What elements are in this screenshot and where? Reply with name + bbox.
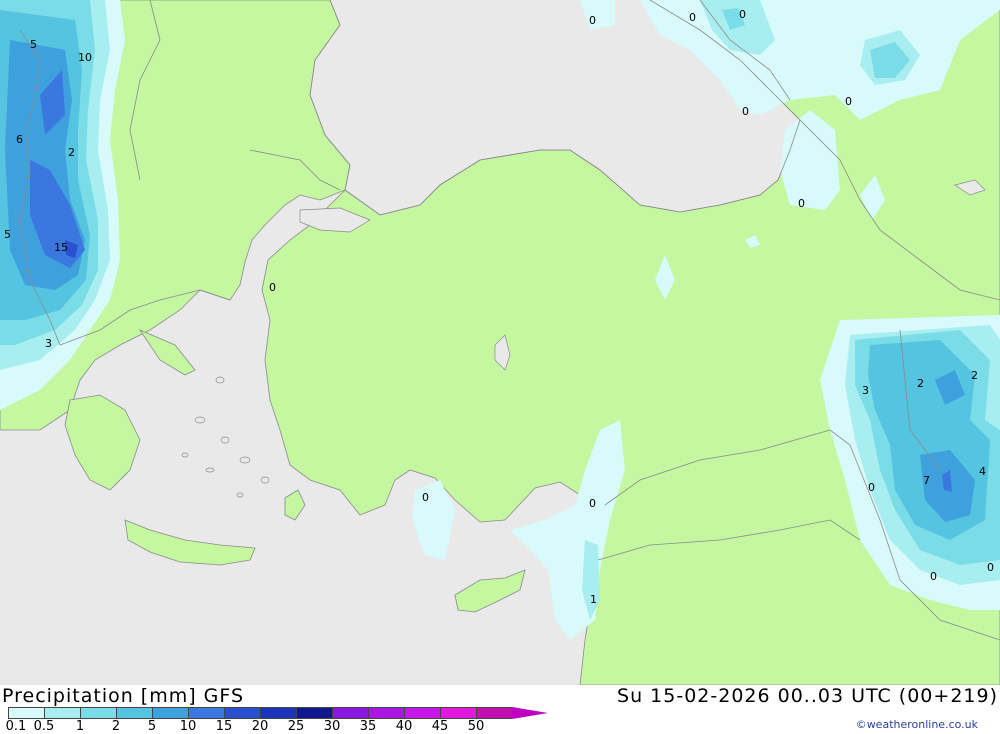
legend-arrow — [512, 707, 548, 719]
legend-label: 15 — [215, 719, 233, 734]
value-label: 3 — [862, 384, 869, 397]
legend-label: 40 — [395, 719, 413, 734]
map-canvas: 5 10 6 2 5 15 3 0 0 0 0 0 0 0 0 0 0 1 3 … — [0, 0, 1000, 685]
value-label: 3 — [45, 337, 52, 350]
value-label: 4 — [979, 465, 986, 478]
value-label: 2 — [68, 146, 75, 159]
legend-label: 50 — [467, 719, 485, 734]
legend-swatch — [188, 707, 224, 719]
legend-label: 20 — [251, 719, 269, 734]
legend-label: 0.5 — [33, 719, 55, 734]
value-label: 2 — [917, 377, 924, 390]
legend-label: 45 — [431, 719, 449, 734]
value-label: 0 — [589, 497, 596, 510]
value-label: 15 — [54, 241, 68, 254]
legend-label: 25 — [287, 719, 305, 734]
legend-label: 2 — [111, 719, 121, 734]
legend-swatch — [80, 707, 116, 719]
legend-swatch — [404, 707, 440, 719]
value-label: 7 — [923, 474, 930, 487]
legend-label: 30 — [323, 719, 341, 734]
valid-time: Su 15-02-2026 00..03 UTC (00+219) — [617, 685, 998, 707]
value-label: 0 — [689, 11, 696, 24]
legend-swatch — [224, 707, 260, 719]
legend-swatch — [368, 707, 404, 719]
value-label: 0 — [868, 481, 875, 494]
legend-label: 0.1 — [5, 719, 27, 734]
value-label: 1 — [590, 593, 597, 606]
legend-swatch — [260, 707, 296, 719]
credit-link[interactable]: ©weatheronline.co.uk — [856, 718, 978, 731]
value-label: 10 — [78, 51, 92, 64]
value-label: 0 — [589, 14, 596, 27]
legend-swatch — [476, 707, 512, 719]
value-label: 0 — [739, 8, 746, 21]
legend-label: 1 — [75, 719, 85, 734]
value-label: 6 — [16, 133, 23, 146]
legend-swatch — [152, 707, 188, 719]
legend-label: 10 — [179, 719, 197, 734]
value-label: 5 — [30, 38, 37, 51]
legend-swatch — [332, 707, 368, 719]
precipitation-map[interactable]: 5 10 6 2 5 15 3 0 0 0 0 0 0 0 0 0 0 1 3 … — [0, 0, 1000, 685]
legend-swatch — [8, 707, 44, 719]
map-title: Precipitation [mm] GFS — [2, 685, 245, 707]
value-label: 0 — [845, 95, 852, 108]
legend-swatch — [116, 707, 152, 719]
value-label: 5 — [4, 228, 11, 241]
legend-swatch — [296, 707, 332, 719]
value-label: 0 — [422, 491, 429, 504]
legend-swatch — [44, 707, 80, 719]
legend-labels: 0.1 0.5 1 2 5 10 15 20 25 30 35 40 45 50 — [0, 719, 560, 734]
value-label: 0 — [987, 561, 994, 574]
value-label: 0 — [930, 570, 937, 583]
legend-color-bar — [8, 707, 548, 719]
legend-swatch — [440, 707, 476, 719]
value-label: 0 — [798, 197, 805, 210]
legend-label: 5 — [147, 719, 157, 734]
value-label: 0 — [742, 105, 749, 118]
value-label: 2 — [971, 369, 978, 382]
legend-label: 35 — [359, 719, 377, 734]
value-label: 0 — [269, 281, 276, 294]
